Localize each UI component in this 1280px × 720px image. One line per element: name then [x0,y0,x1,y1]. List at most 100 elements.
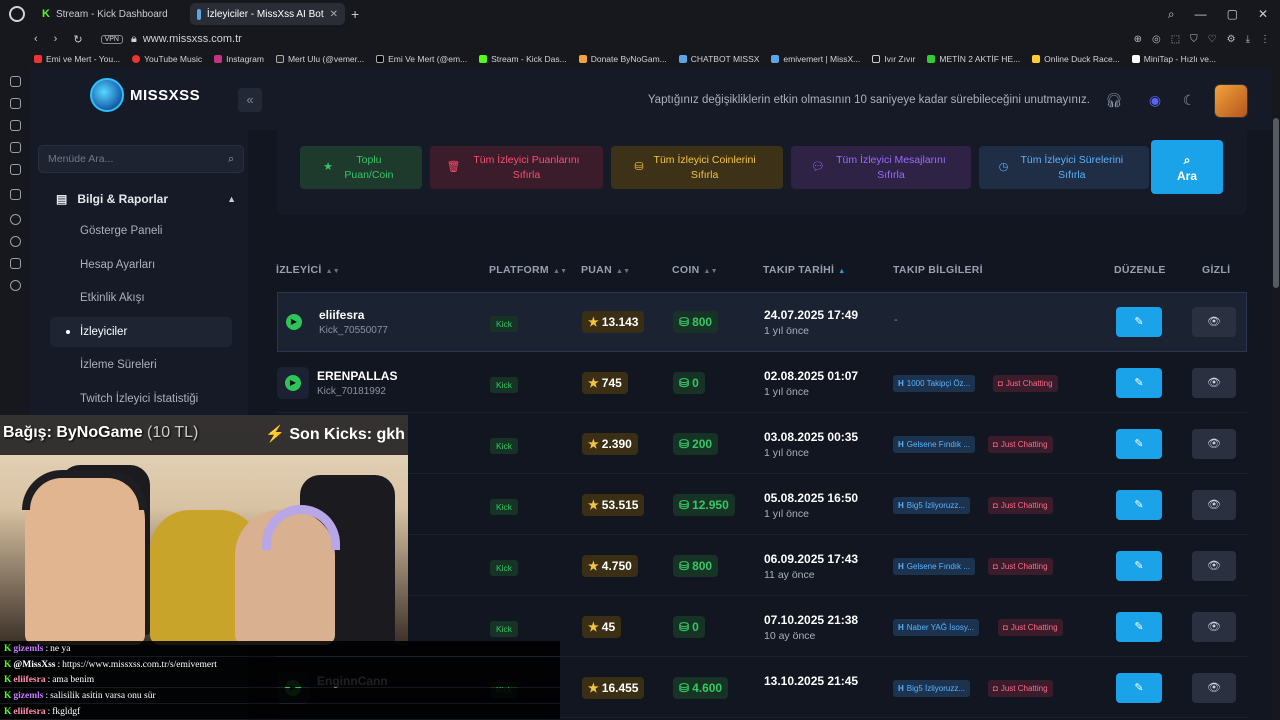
history-icon[interactable] [9,236,21,247]
bookmark[interactable]: Donate ByNoGam... [578,54,667,64]
back-icon[interactable]: ‹ [34,33,38,46]
x-icon[interactable] [9,189,21,200]
tab-izleyiciler[interactable]: İzleyiciler - MissXss AI Bot ✕ [190,3,345,25]
hide-toggle-button[interactable]: 👁︎ [1192,612,1236,642]
bookmark[interactable]: Stream - Kick Das... [479,54,567,64]
headset-icon[interactable]: 🎧︎ [1105,92,1123,110]
forward-icon[interactable]: › [54,33,58,46]
bookmark[interactable]: METİN 2 AKTİF HE... [927,54,1020,64]
header-puan[interactable]: PUAN ▲▼ [581,264,630,276]
camera-icon[interactable]: ◎ [1152,34,1161,45]
bot-logo-icon [90,78,124,112]
bookmark[interactable]: MiniTap - Hızlı ve... [1131,54,1216,64]
sidebar-item-gosterge-paneli[interactable]: Gösterge Paneli [50,216,232,246]
reset-times-button[interactable]: ◷ Tüm İzleyici Sürelerini Sıfırla [979,146,1149,189]
bookmark[interactable]: Online Duck Race... [1032,54,1120,64]
edit-button[interactable]: ✎ [1116,307,1162,337]
scrollbar-thumb[interactable] [1273,118,1279,288]
category-badge: ◘ Just Chatting [988,436,1053,453]
table-row[interactable] [277,536,1247,596]
bookmark[interactable]: CHATBOT MISSX [678,54,759,64]
follow-date: 07.10.2025 21:38 [764,613,859,627]
h-icon: H [898,684,904,693]
menu-search-input[interactable]: Menüde Ara... ⌕ [38,145,244,173]
new-tab-icon[interactable]: + [351,6,359,22]
discord-icon[interactable]: ◉ [1146,92,1164,110]
hide-toggle-button[interactable]: 👁︎ [1192,368,1236,398]
sidebar-panel-icon[interactable] [9,142,21,153]
kicks-text: ⚡ Son Kicks: gkh [265,426,405,443]
table-row[interactable] [277,292,1247,352]
bulk-points-button[interactable]: ★ Toplu Puan/Coin [300,146,422,189]
bookmark[interactable]: Instagram [214,54,264,64]
sidebar-panel-icon[interactable] [9,76,21,87]
header-coin[interactable]: COIN ▲▼ [672,264,718,276]
url-field[interactable]: www.missxss.com.tr [143,33,242,45]
reset-points-button[interactable]: 🗑︎ Tüm İzleyici Puanlarını Sıfırla [430,146,603,189]
minimize-icon[interactable]: — [1195,7,1207,22]
hide-toggle-button[interactable]: 👁︎ [1192,673,1236,703]
shield-icon[interactable]: ⛉ [1190,34,1198,45]
download-icon[interactable]: ⤓ [1246,34,1250,45]
search-button[interactable]: ⌕ Ara [1151,140,1223,194]
scrollbar[interactable] [1272,68,1280,720]
extensions-icon[interactable]: ⚙ [1227,34,1236,45]
table-row[interactable] [277,353,1247,413]
bookmark[interactable]: Mert Ulu (@vemer... [275,54,364,64]
sort-icon: ▲▼ [325,268,341,275]
bookmark[interactable]: YouTube Music [132,54,202,64]
edit-button[interactable]: ✎ [1116,429,1162,459]
sidebar-item-hesap-ayarlari[interactable]: Hesap Ayarları [50,250,232,280]
sidebar-item-izleyiciler[interactable]: İzleyiciler [50,317,232,347]
platform-badge: Kick [490,560,519,576]
hide-toggle-button[interactable]: 👁︎ [1192,429,1236,459]
hide-toggle-button[interactable]: 👁︎ [1192,551,1236,581]
edit-button[interactable]: ✎ [1116,490,1162,520]
reload-icon[interactable]: ↻ [73,33,82,46]
header-takip-tarihi[interactable]: TAKIP TARİHİ ▲ [763,264,846,276]
bookmark-folder[interactable]: Ivır Zıvır [872,54,915,64]
tab-kick-dashboard[interactable]: K Stream - Kick Dashboard [35,3,190,25]
edit-button[interactable]: ✎ [1116,368,1162,398]
sidebar-item-twitch-istatistik[interactable]: Twitch İzleyici İstatistiği [50,384,232,414]
sidebar-panel-icon[interactable] [9,98,21,109]
vpn-badge[interactable]: VPN [100,34,123,44]
reset-messages-button[interactable]: 💬︎ Tüm İzleyici Mesajlarını Sıfırla [791,146,971,189]
section-bilgi-raporlar[interactable]: ▤ Bilgi & Raporlar ▲ [56,192,236,206]
browser-logo-icon[interactable] [9,6,25,22]
sidebar-panel-icon[interactable] [9,164,21,175]
search-tabs-icon[interactable]: ⌕ [1168,7,1175,22]
table-row[interactable] [277,475,1247,535]
sidebar-panel-icon[interactable] [9,258,21,269]
coins-icon: ⛁ [679,681,690,695]
edit-button[interactable]: ✎ [1116,551,1162,581]
settings-icon[interactable] [9,280,21,291]
zoom-icon[interactable]: ⊕ [1134,34,1142,45]
heart-icon[interactable]: ♡ [1208,34,1217,45]
avatar[interactable] [1214,84,1248,118]
sidebar-item-izleme-sureleri[interactable]: İzleme Süreleri [50,350,232,380]
bookmark[interactable]: emivemert | MissX... [771,54,860,64]
hide-toggle-button[interactable]: 👁︎ [1192,490,1236,520]
logo[interactable]: MISSXSS [90,78,200,112]
header-izleyici[interactable]: İZLEYİCİ ▲▼ [276,264,340,276]
coin-badge: ⛁ 0 [673,372,705,394]
maximize-icon[interactable]: ▢ [1227,7,1238,22]
close-window-icon[interactable]: ✕ [1258,7,1268,22]
table-row[interactable] [277,414,1247,474]
sidebar-item-etkinlik-akisi[interactable]: Etkinlik Akışı [50,283,232,313]
sidebar-panel-icon[interactable] [9,120,21,131]
menu-icon[interactable]: ⋮ [1260,34,1270,45]
edit-button[interactable]: ✎ [1116,612,1162,642]
bookmark[interactable]: Emi Ve Mert (@em... [376,54,467,64]
reset-coins-button[interactable]: ⛁ Tüm İzleyici Coinlerini Sıfırla [611,146,783,189]
moon-icon[interactable]: ☾ [1180,92,1198,110]
snapshot-icon[interactable]: ⬚ [1171,34,1180,45]
collapse-sidebar-button[interactable]: « [238,88,262,112]
edit-button[interactable]: ✎ [1116,673,1162,703]
sidebar-panel-icon[interactable] [9,214,21,225]
hide-toggle-button[interactable]: 👁︎ [1192,307,1236,337]
bookmark[interactable]: Emi ve Mert - You... [34,54,120,64]
close-tab-icon[interactable]: ✕ [330,9,338,20]
header-platform[interactable]: PLATFORM ▲▼ [489,264,567,276]
